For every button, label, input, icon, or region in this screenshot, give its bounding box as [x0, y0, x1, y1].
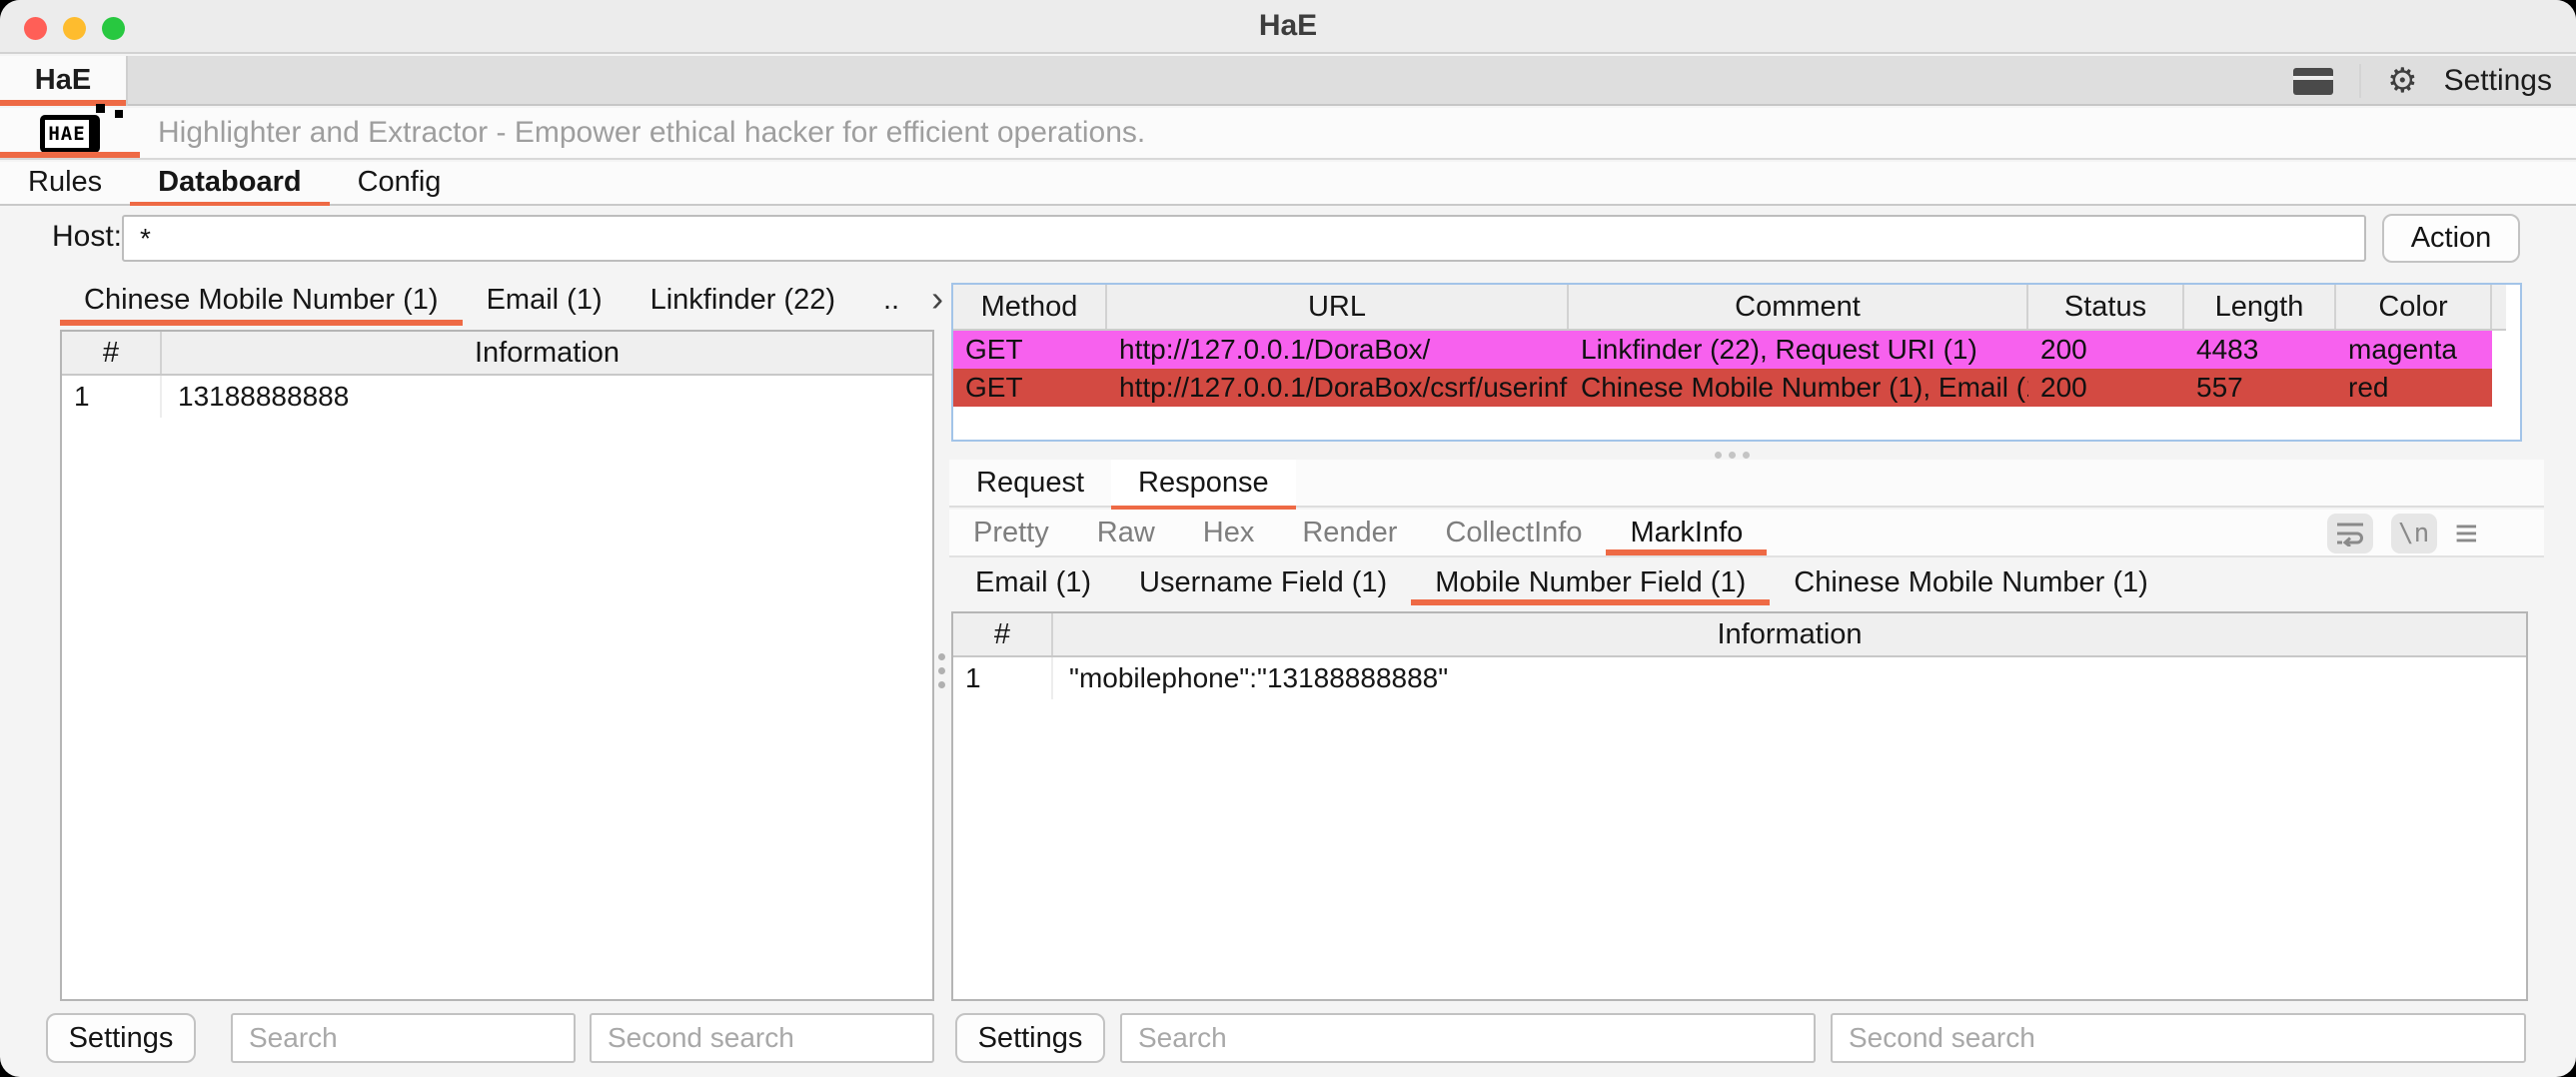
cell-method: GET: [953, 331, 1107, 369]
active-tab-underline: [0, 100, 126, 106]
tab-hex[interactable]: Hex: [1179, 510, 1279, 559]
tab-mark-email[interactable]: Email (1): [951, 557, 1115, 607]
right-settings-button[interactable]: Settings: [955, 1013, 1105, 1063]
column-header-length[interactable]: Length: [2184, 285, 2336, 329]
column-header-comment[interactable]: Comment: [1569, 285, 2028, 329]
table-header: # Information: [62, 332, 932, 376]
tab-pretty[interactable]: Pretty: [949, 510, 1073, 559]
host-filter-row: Host: Action: [0, 206, 2576, 270]
tab-mark-mobile-number-field[interactable]: Mobile Number Field (1): [1411, 557, 1770, 607]
url-results-table[interactable]: Method URL Comment Status Length Color G…: [951, 283, 2522, 442]
cell-url: http://127.0.0.1/DoraBox/: [1107, 331, 1569, 369]
url-row-magenta[interactable]: GET http://127.0.0.1/DoraBox/ Linkfinder…: [953, 331, 2492, 369]
column-header-information[interactable]: Information: [1053, 613, 2526, 655]
panel-icon-stripe: [2293, 76, 2333, 80]
tab-mark-username-field[interactable]: Username Field (1): [1115, 557, 1411, 607]
tab-hae-label: HaE: [35, 64, 91, 96]
hae-logo-text: HAE: [45, 120, 89, 148]
toolbar-divider: [2359, 64, 2361, 98]
row-num: 1: [953, 657, 1053, 699]
table-row[interactable]: 1 "mobilephone":"13188888888": [953, 657, 2526, 699]
tab-hae[interactable]: HaE: [0, 56, 128, 106]
cell-length: 557: [2184, 369, 2336, 407]
tab-chinese-mobile-number[interactable]: Chinese Mobile Number (1): [60, 276, 463, 326]
url-table-header: Method URL Comment Status Length Color: [953, 285, 2506, 331]
url-row-red[interactable]: GET http://127.0.0.1/DoraBox/csrf/userin…: [953, 369, 2492, 407]
column-header-filler: [2492, 285, 2506, 329]
tab-email[interactable]: Email (1): [463, 276, 627, 326]
column-header-num[interactable]: #: [953, 613, 1053, 655]
tab-config[interactable]: Config: [330, 162, 470, 206]
tab-raw[interactable]: Raw: [1073, 510, 1179, 559]
hae-window: HaE HaE ⚙ Settings HAE Highlighter and E…: [0, 0, 2576, 1077]
banner: HAE Highlighter and Extractor - Empower …: [0, 108, 2576, 160]
host-input[interactable]: [122, 215, 2366, 262]
action-button[interactable]: Action: [2382, 214, 2520, 263]
logo-pixel-accent: [96, 104, 105, 113]
cell-method: GET: [953, 369, 1107, 407]
tab-markinfo[interactable]: MarkInfo: [1606, 510, 1767, 559]
column-header-num[interactable]: #: [62, 332, 162, 374]
app-subtitle: Highlighter and Extractor - Empower ethi…: [158, 108, 1145, 158]
main-nav-tabs: Rules Databoard Config: [0, 162, 2576, 206]
cell-color: magenta: [2336, 331, 2492, 369]
tab-request[interactable]: Request: [949, 460, 1111, 510]
cell-status: 200: [2028, 369, 2184, 407]
tab-linkfinder[interactable]: Linkfinder (22): [627, 276, 859, 326]
request-response-tabs: Request Response: [949, 460, 2544, 508]
left-second-search-input[interactable]: [590, 1013, 934, 1063]
markinfo-category-tabs: Email (1) Username Field (1) Mobile Numb…: [951, 557, 2172, 609]
left-search-input[interactable]: [231, 1013, 576, 1063]
column-header-method[interactable]: Method: [953, 285, 1107, 329]
word-wrap-glyph: [2335, 521, 2365, 546]
cell-url: http://127.0.0.1/DoraBox/csrf/userinf...: [1107, 369, 1569, 407]
word-wrap-icon[interactable]: [2327, 514, 2373, 553]
layout-panel-icon[interactable]: [2293, 68, 2333, 95]
cell-comment: Chinese Mobile Number (1), Email (1...: [1569, 369, 2028, 407]
hae-logo-icon: HAE: [40, 115, 100, 153]
cell-status: 200: [2028, 331, 2184, 369]
left-info-table: # Information 1 13188888888: [60, 330, 934, 1001]
host-label: Host:: [52, 206, 122, 270]
panel-splitter-handle[interactable]: [938, 653, 945, 688]
tab-response[interactable]: Response: [1111, 460, 1296, 510]
logo-pixel-accent: [115, 110, 123, 118]
row-information: "mobilephone":"13188888888": [1053, 657, 2526, 699]
left-settings-button[interactable]: Settings: [46, 1013, 196, 1063]
gear-icon[interactable]: ⚙: [2387, 64, 2417, 98]
left-result-tabs: Chinese Mobile Number (1) Email (1) Link…: [60, 276, 992, 326]
window-title: HaE: [0, 0, 2576, 54]
logo-tab-underline: [0, 152, 140, 158]
tab-mark-chinese-mobile-number[interactable]: Chinese Mobile Number (1): [1770, 557, 2172, 607]
titlebar: HaE: [0, 0, 2576, 54]
column-header-status[interactable]: Status: [2028, 285, 2184, 329]
row-information: 13188888888: [162, 376, 932, 418]
table-header: # Information: [953, 613, 2526, 657]
tab-databoard[interactable]: Databoard: [130, 162, 329, 206]
column-header-color[interactable]: Color: [2336, 285, 2492, 329]
newline-glyph: \n: [2398, 519, 2429, 548]
right-search-input[interactable]: [1120, 1013, 1816, 1063]
response-view-tabs: Pretty Raw Hex Render CollectInfo MarkIn…: [949, 510, 2544, 557]
row-num: 1: [62, 376, 162, 418]
markinfo-table: # Information 1 "mobilephone":"131888888…: [951, 611, 2528, 1001]
tab-overflow-ellipsis[interactable]: ..: [859, 276, 923, 326]
app-tab-strip: HaE ⚙ Settings: [0, 56, 2576, 106]
tab-collectinfo[interactable]: CollectInfo: [1421, 510, 1606, 559]
column-header-url[interactable]: URL: [1107, 285, 1569, 329]
tab-render[interactable]: Render: [1278, 510, 1421, 559]
cell-length: 4483: [2184, 331, 2336, 369]
settings-button[interactable]: Settings: [2444, 64, 2552, 98]
tab-rules[interactable]: Rules: [0, 162, 130, 206]
cell-comment: Linkfinder (22), Request URI (1): [1569, 331, 2028, 369]
editor-menu-icon[interactable]: ≡: [2455, 514, 2478, 553]
newline-toggle-icon[interactable]: \n: [2391, 514, 2437, 553]
scroll-tabs-right-icon[interactable]: ›: [923, 276, 951, 326]
right-second-search-input[interactable]: [1831, 1013, 2526, 1063]
editor-splitter-handle[interactable]: [1715, 452, 1750, 459]
table-row[interactable]: 1 13188888888: [62, 376, 932, 418]
cell-color: red: [2336, 369, 2492, 407]
column-header-information[interactable]: Information: [162, 332, 932, 374]
